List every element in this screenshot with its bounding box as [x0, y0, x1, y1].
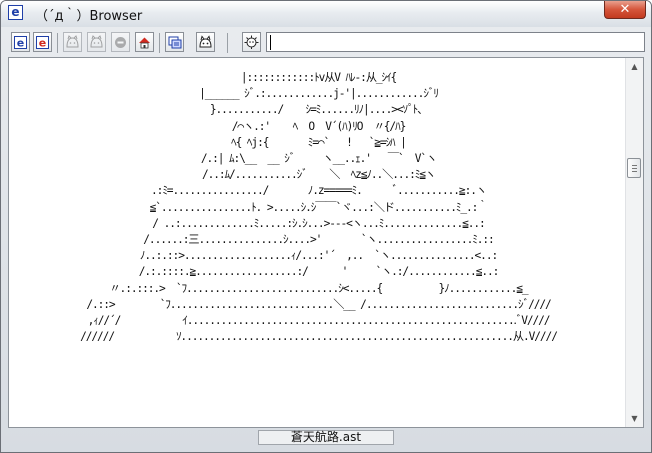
svg-text:e: e — [17, 36, 24, 49]
text-caret — [270, 35, 271, 50]
back-button[interactable] — [63, 32, 82, 52]
home-icon — [139, 37, 150, 48]
ascii-art: |::::::::::::ﾄv从V ﾊﾚ-:从_ｼｲ{ |______ ｼﾞ.:… — [80, 71, 558, 344]
window-title: （´д｀）Browser — [35, 9, 143, 24]
face-button[interactable] — [196, 32, 215, 52]
stop-button[interactable] — [111, 32, 130, 52]
settings-face-button[interactable] — [242, 32, 261, 52]
toolbar: e e — [1, 27, 651, 59]
svg-text:e: e — [39, 36, 46, 49]
back-face-icon — [66, 35, 79, 48]
status-bar: 蒼天航路.ast — [8, 429, 644, 446]
toolbar-separator — [227, 33, 228, 53]
toolbar-separator — [57, 33, 58, 53]
stop-icon — [115, 36, 126, 48]
scroll-thumb[interactable] — [627, 158, 641, 178]
favorites-button[interactable] — [165, 32, 184, 52]
title-bar[interactable]: e （´д｀）Browser ✕ — [1, 1, 651, 27]
scroll-up-arrow-icon[interactable]: ▲ — [626, 58, 643, 75]
favorites-icon — [168, 36, 181, 48]
address-input[interactable] — [266, 32, 645, 52]
status-filename: 蒼天航路.ast — [258, 430, 394, 445]
toolbar-separator — [159, 33, 160, 53]
face-icon — [199, 35, 212, 48]
browser-window: e （´д｀）Browser ✕ e e |::::::::::::ﾄv从V ﾊ… — [0, 0, 652, 453]
forward-button[interactable] — [87, 32, 106, 52]
scroll-down-arrow-icon[interactable]: ▼ — [626, 410, 643, 427]
forward-face-icon — [90, 35, 103, 48]
home-button[interactable] — [135, 32, 154, 52]
close-button[interactable]: ✕ — [604, 1, 646, 19]
vertical-scrollbar[interactable]: ▲ ▼ — [625, 58, 643, 427]
ie-red-icon: e — [36, 35, 49, 49]
app-icon: e — [8, 5, 23, 20]
ie-button[interactable]: e — [11, 32, 30, 52]
ie-icon: e — [14, 35, 27, 49]
settings-face-icon — [244, 35, 259, 49]
ie-red-button[interactable]: e — [33, 32, 52, 52]
content-area[interactable]: |::::::::::::ﾄv从V ﾊﾚ-:从_ｼｲ{ |______ ｼﾞ.:… — [8, 57, 644, 428]
close-icon: ✕ — [619, 2, 631, 17]
